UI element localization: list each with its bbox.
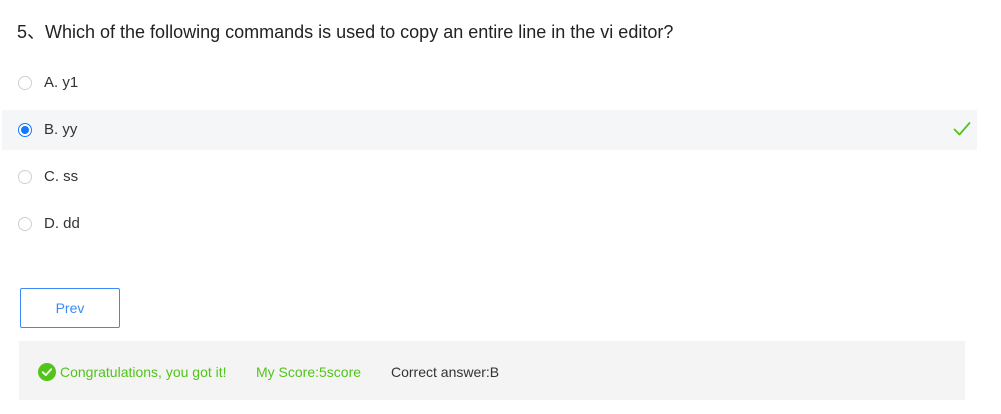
result-message: Congratulations, you got it!: [60, 364, 227, 380]
my-score: My Score:5score: [256, 364, 362, 380]
question-text: 5、Which of the following commands is use…: [17, 22, 674, 42]
option-label-a: A. y1: [44, 74, 79, 91]
option-label-d: D. dd: [44, 215, 80, 232]
option-b[interactable]: B. yy: [2, 110, 977, 150]
prev-button[interactable]: Prev: [20, 288, 120, 328]
option-c[interactable]: C. ss: [2, 157, 977, 197]
check-icon: [953, 122, 971, 136]
radio-button-a[interactable]: [18, 76, 32, 90]
answer-options: A. y1 B. yy C. ss D. dd: [2, 63, 977, 251]
result-bar: Congratulations, you got it! My Score:5s…: [19, 341, 965, 400]
check-circle-icon: [38, 363, 56, 381]
radio-button-c[interactable]: [18, 170, 32, 184]
option-label-b: B. yy: [44, 121, 78, 138]
radio-button-b[interactable]: [18, 123, 32, 137]
option-a[interactable]: A. y1: [2, 63, 977, 103]
option-d[interactable]: D. dd: [2, 204, 977, 244]
correct-answer: Correct answer:B: [391, 364, 500, 380]
option-label-c: C. ss: [44, 168, 79, 185]
radio-button-d[interactable]: [18, 217, 32, 231]
